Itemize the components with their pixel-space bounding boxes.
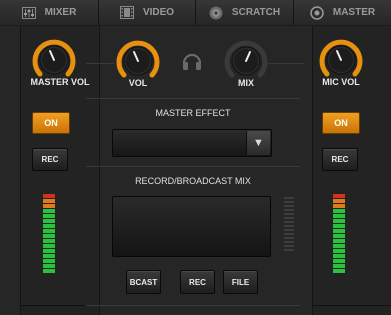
tab-mixer[interactable]: MIXER (0, 0, 99, 25)
vol-label: VOL (128, 78, 148, 88)
divider (268, 63, 304, 64)
master-level-meter (43, 194, 55, 273)
meter-segment (284, 245, 294, 247)
master-vol-label: MASTER VOL (30, 77, 90, 87)
meter-segment (333, 229, 345, 233)
record-rec-button[interactable]: REC (180, 270, 215, 294)
meter-segment (333, 259, 345, 263)
master-on-button[interactable]: ON (32, 112, 70, 134)
meter-segment (43, 249, 55, 253)
meter-segment (43, 224, 55, 228)
meter-segment (333, 264, 345, 268)
meter-segment (43, 214, 55, 218)
meter-segment (284, 249, 294, 251)
meter-segment (43, 209, 55, 213)
meter-segment (43, 219, 55, 223)
mixer-icon (21, 6, 36, 19)
meter-segment (284, 237, 294, 239)
meter-segment (43, 264, 55, 268)
meter-segment (333, 199, 345, 203)
record-mix-display (112, 196, 271, 257)
divider (86, 98, 300, 99)
vinyl-icon (209, 6, 223, 19)
meter-segment (43, 234, 55, 238)
meter-segment (284, 225, 294, 227)
meter-segment (284, 197, 294, 199)
meter-segment (284, 241, 294, 243)
meter-segment (333, 249, 345, 253)
tab-scratch-label: SCRATCH (231, 7, 281, 18)
mic-rec-button[interactable]: REC (322, 148, 358, 171)
meter-segment (43, 269, 55, 273)
master-effect-select[interactable]: ▼ (112, 129, 272, 157)
tab-scratch[interactable]: SCRATCH (196, 0, 294, 25)
mixer-panel: MASTER VOL ON REC MIC VOL ON REC VOL MIX… (0, 26, 391, 315)
file-button[interactable]: FILE (223, 270, 258, 294)
meter-segment (43, 244, 55, 248)
master-effect-title: MASTER EFFECT (155, 108, 231, 118)
meter-segment (284, 233, 294, 235)
divider (86, 305, 300, 306)
meter-segment (284, 229, 294, 231)
meter-segment (43, 229, 55, 233)
mic-level-meter (333, 194, 345, 273)
meter-segment (43, 254, 55, 258)
meter-segment (333, 194, 345, 198)
dropdown-arrow-icon[interactable]: ▼ (246, 131, 270, 155)
film-icon (119, 6, 134, 19)
meter-segment (43, 199, 55, 203)
meter-segment (333, 214, 345, 218)
mic-on-button[interactable]: ON (322, 112, 360, 134)
meter-segment (284, 209, 294, 211)
tab-mixer-label: MIXER (44, 7, 77, 18)
tab-bar: MIXER VIDEO SCRATCH MASTER (0, 0, 391, 25)
mix-label: MIX (237, 78, 254, 88)
master-icon (310, 5, 324, 20)
meter-segment (333, 254, 345, 258)
meter-segment (333, 234, 345, 238)
mic-strip-inner: MIC VOL ON REC (313, 26, 391, 306)
bcast-button[interactable]: BCAST (126, 270, 161, 294)
meter-segment (333, 219, 345, 223)
meter-segment (333, 209, 345, 213)
tab-master[interactable]: MASTER (294, 0, 391, 25)
meter-segment (43, 204, 55, 208)
meter-segment (284, 217, 294, 219)
mic-vol-label: MIC VOL (322, 77, 360, 87)
master-rec-button[interactable]: REC (32, 148, 68, 171)
divider (86, 166, 300, 167)
meter-segment (333, 239, 345, 243)
meter-segment (284, 205, 294, 207)
mic-strip: MIC VOL ON REC (312, 26, 391, 315)
meter-segment (333, 244, 345, 248)
meter-segment (43, 259, 55, 263)
meter-segment (333, 204, 345, 208)
record-level-meter (284, 197, 294, 251)
meter-segment (43, 239, 55, 243)
meter-segment (43, 194, 55, 198)
meter-segment (333, 224, 345, 228)
meter-segment (284, 201, 294, 203)
divider (86, 63, 114, 64)
record-broadcast-title: RECORD/BROADCAST MIX (135, 176, 251, 186)
meter-segment (284, 221, 294, 223)
master-strip: MASTER VOL ON REC (20, 26, 100, 315)
meter-segment (333, 269, 345, 273)
tab-master-label: MASTER (332, 7, 376, 18)
tab-video[interactable]: VIDEO (99, 0, 196, 25)
headphones-icon[interactable] (181, 50, 203, 77)
tab-video-label: VIDEO (142, 7, 175, 18)
meter-segment (284, 213, 294, 215)
